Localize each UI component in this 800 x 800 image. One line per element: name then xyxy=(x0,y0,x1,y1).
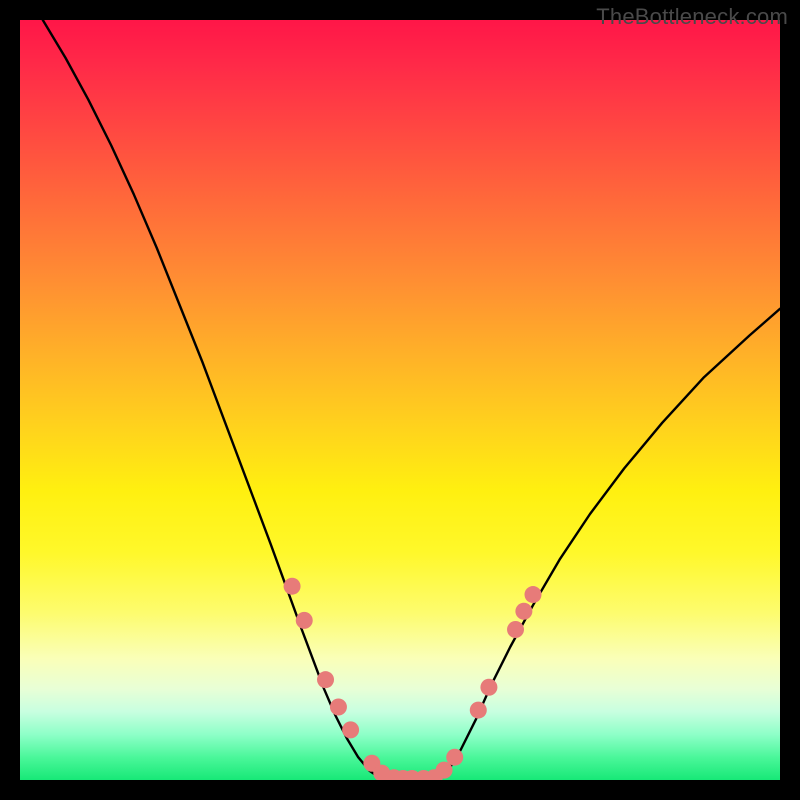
chart-svg xyxy=(20,20,780,780)
outer-frame: TheBottleneck.com xyxy=(0,0,800,800)
watermark-text: TheBottleneck.com xyxy=(596,4,788,30)
bottleneck-curve xyxy=(43,20,780,780)
curve-marker xyxy=(342,721,359,738)
curve-marker xyxy=(284,578,301,595)
curve-marker xyxy=(317,671,334,688)
curve-marker xyxy=(296,612,313,629)
curve-marker xyxy=(480,679,497,696)
curve-marker xyxy=(446,749,463,766)
marker-layer xyxy=(284,578,542,780)
plot-area xyxy=(20,20,780,780)
curve-marker xyxy=(507,621,524,638)
curve-layer xyxy=(43,20,780,780)
curve-marker xyxy=(515,603,532,620)
curve-marker xyxy=(525,586,542,603)
curve-marker xyxy=(470,702,487,719)
curve-marker xyxy=(330,699,347,716)
